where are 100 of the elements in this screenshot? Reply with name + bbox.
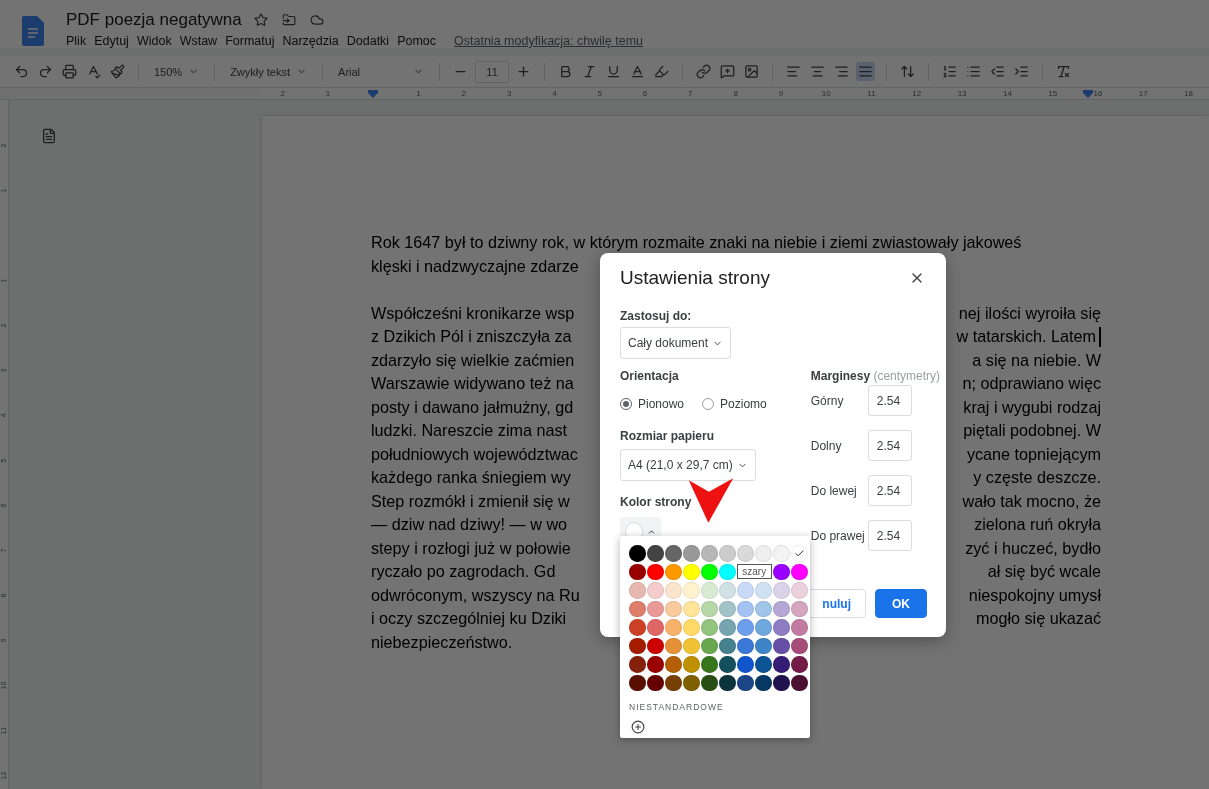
color-swatch[interactable]: [629, 637, 646, 654]
color-swatch[interactable]: [773, 563, 790, 580]
menu-item[interactable]: Narzędzia: [282, 34, 339, 48]
menu-item[interactable]: Widok: [136, 34, 172, 48]
color-swatch[interactable]: [647, 619, 664, 636]
link-icon[interactable]: [694, 62, 714, 81]
indent-marker-icon[interactable]: [1083, 90, 1093, 98]
color-swatch[interactable]: [755, 674, 772, 691]
color-swatch[interactable]: [701, 619, 718, 636]
color-swatch[interactable]: [719, 563, 736, 580]
color-swatch[interactable]: [683, 619, 700, 636]
color-swatch[interactable]: [719, 674, 736, 691]
color-swatch[interactable]: [629, 563, 646, 580]
font-dropdown[interactable]: Arial: [334, 65, 429, 78]
color-swatch[interactable]: [647, 656, 664, 673]
color-swatch[interactable]: [701, 563, 718, 580]
ok-button[interactable]: OK: [875, 589, 927, 618]
color-swatch[interactable]: [647, 545, 664, 562]
color-swatch[interactable]: [755, 545, 772, 562]
menu-item[interactable]: Pomoc: [397, 34, 437, 48]
color-swatch[interactable]: [701, 674, 718, 691]
color-swatch[interactable]: [665, 582, 682, 599]
color-swatch[interactable]: [701, 545, 718, 562]
color-swatch[interactable]: [629, 545, 646, 562]
color-swatch[interactable]: [683, 656, 700, 673]
color-swatch[interactable]: [755, 637, 772, 654]
color-swatch[interactable]: [791, 545, 808, 562]
color-swatch[interactable]: [665, 656, 682, 673]
color-swatch[interactable]: [755, 582, 772, 599]
color-swatch[interactable]: [701, 637, 718, 654]
color-swatch[interactable]: [737, 637, 754, 654]
zoom-dropdown[interactable]: 150%: [150, 65, 204, 78]
margin-input[interactable]: 2.54: [867, 430, 912, 461]
color-swatch[interactable]: [701, 600, 718, 617]
color-swatch[interactable]: [629, 656, 646, 673]
apply-to-dropdown[interactable]: Cały dokument: [620, 327, 732, 359]
color-swatch[interactable]: [683, 600, 700, 617]
color-swatch[interactable]: [755, 656, 772, 673]
color-swatch[interactable]: [665, 637, 682, 654]
color-swatch[interactable]: [719, 619, 736, 636]
color-swatch[interactable]: [665, 674, 682, 691]
margin-input[interactable]: 2.54: [867, 520, 912, 551]
color-swatch[interactable]: [629, 582, 646, 599]
color-swatch[interactable]: [773, 582, 790, 599]
color-swatch[interactable]: [719, 656, 736, 673]
color-swatch[interactable]: [701, 656, 718, 673]
color-swatch[interactable]: [647, 674, 664, 691]
color-swatch[interactable]: [737, 619, 754, 636]
color-swatch[interactable]: [719, 600, 736, 617]
margin-input[interactable]: 2.54: [867, 475, 912, 506]
color-swatch[interactable]: [683, 674, 700, 691]
menu-item[interactable]: Formatuj: [225, 34, 275, 48]
color-swatch[interactable]: [719, 637, 736, 654]
color-swatch[interactable]: [737, 582, 754, 599]
last-edit-link[interactable]: Ostatnia modyfikacja: chwilę temu: [454, 34, 643, 48]
color-swatch[interactable]: [737, 600, 754, 617]
style-dropdown[interactable]: Zwykły tekst: [226, 65, 312, 78]
color-swatch[interactable]: [791, 582, 808, 599]
color-swatch[interactable]: [773, 545, 790, 562]
color-swatch[interactable]: [737, 545, 754, 562]
color-swatch[interactable]: [665, 619, 682, 636]
color-swatch[interactable]: [701, 582, 718, 599]
color-swatch[interactable]: [719, 582, 736, 599]
color-swatch[interactable]: [773, 600, 790, 617]
color-swatch[interactable]: [647, 582, 664, 599]
orientation-radio[interactable]: Pionowo: [620, 397, 685, 411]
color-swatch[interactable]: [791, 656, 808, 673]
color-swatch[interactable]: [791, 563, 808, 580]
color-swatch[interactable]: [665, 545, 682, 562]
color-swatch[interactable]: [683, 582, 700, 599]
paper-size-dropdown[interactable]: A4 (21,0 x 29,7 cm): [620, 449, 756, 481]
color-swatch[interactable]: [791, 619, 808, 636]
color-swatch[interactable]: [647, 563, 664, 580]
document-title[interactable]: PDF poezja negatywna: [66, 10, 242, 30]
add-color-icon[interactable]: [629, 718, 647, 736]
cancel-button[interactable]: nuluj: [807, 589, 866, 618]
color-swatch[interactable]: [773, 637, 790, 654]
color-swatch[interactable]: [683, 545, 700, 562]
color-swatch[interactable]: [773, 674, 790, 691]
color-swatch[interactable]: [755, 619, 772, 636]
menu-item[interactable]: Edytuj: [94, 34, 129, 48]
color-swatch[interactable]: [683, 637, 700, 654]
menu-item[interactable]: Wstaw: [179, 34, 218, 48]
menu-item[interactable]: Dodatki: [346, 34, 390, 48]
print-icon[interactable]: [60, 62, 79, 81]
color-swatch[interactable]: [629, 619, 646, 636]
align-justify-icon[interactable]: [856, 62, 876, 81]
color-swatch[interactable]: [773, 656, 790, 673]
color-swatch[interactable]: [665, 600, 682, 617]
paint-format-icon[interactable]: [108, 62, 127, 81]
color-swatch[interactable]: [647, 637, 664, 654]
font-size-field[interactable]: 11: [475, 60, 510, 83]
color-swatch[interactable]: [629, 674, 646, 691]
orientation-radio[interactable]: Poziomo: [702, 397, 767, 411]
color-swatch[interactable]: [773, 619, 790, 636]
color-swatch[interactable]: [719, 545, 736, 562]
color-swatch[interactable]: [737, 674, 754, 691]
color-swatch[interactable]: [665, 563, 682, 580]
menu-item[interactable]: Plik: [66, 34, 87, 48]
color-swatch[interactable]: [737, 656, 754, 673]
